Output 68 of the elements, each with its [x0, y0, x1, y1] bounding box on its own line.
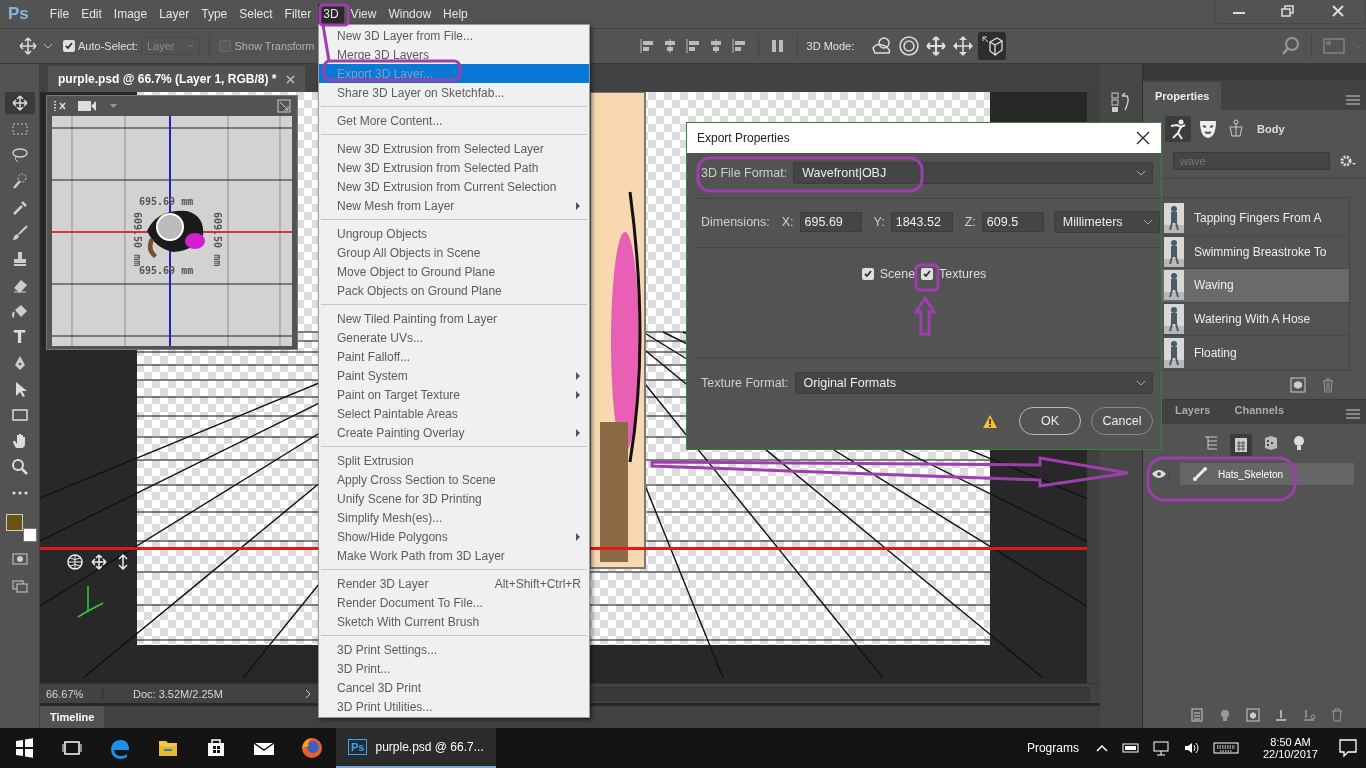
- pan-icon[interactable]: [924, 34, 949, 58]
- panel-tab[interactable]: Layers: [1163, 396, 1223, 424]
- 3d-mode-label: 3D Mode:: [806, 40, 855, 52]
- menu-item[interactable]: New 3D Layer from File...: [319, 26, 589, 45]
- menu-item[interactable]: 3D Print Utilities...: [319, 697, 589, 716]
- network-icon[interactable]: [1152, 740, 1171, 756]
- scale-icon[interactable]: [978, 32, 1007, 60]
- auto-select-label: Auto-Select:: [78, 40, 138, 52]
- taskbar-app-button[interactable]: Ps purple.psd @ 66.7...: [336, 728, 496, 768]
- ground-icon[interactable]: [1274, 708, 1288, 722]
- package-icon[interactable]: [1246, 708, 1260, 722]
- calculator-icon[interactable]: [1190, 708, 1204, 722]
- body-label: Body: [1257, 123, 1285, 135]
- animation-item[interactable]: Floating: [1194, 345, 1237, 360]
- timeline-tab[interactable]: Timeline: [40, 706, 105, 728]
- menu-item[interactable]: Select: [234, 4, 278, 24]
- bone-icon[interactable]: [1192, 466, 1208, 482]
- menu-item[interactable]: Edit: [76, 4, 107, 24]
- panel-tab[interactable]: Channels: [1222, 396, 1296, 424]
- clock-time[interactable]: 8:50 AM: [1270, 736, 1311, 748]
- grid-icon[interactable]: [1229, 434, 1252, 456]
- programs-toolbar[interactable]: Programs: [1026, 741, 1079, 755]
- chevron-down-icon: [1142, 219, 1153, 225]
- menu-item[interactable]: Merge 3D Layers: [319, 45, 589, 64]
- properties-tab[interactable]: Properties: [1143, 82, 1222, 110]
- annotation-line: [321, 24, 331, 62]
- document-tab[interactable]: purple.psd @ 66.7% (Layer 1, RGB/8) *: [48, 66, 306, 92]
- volume-icon[interactable]: [1182, 740, 1201, 756]
- roll-icon[interactable]: [897, 34, 922, 58]
- show-transform-label: Show Transform: [234, 40, 315, 52]
- search-icon[interactable]: [1280, 35, 1302, 57]
- chevron-down-icon: [1136, 380, 1146, 386]
- menu-item[interactable]: Cancel 3D Print: [319, 678, 589, 697]
- slide-icon[interactable]: [951, 34, 976, 58]
- battery-icon[interactable]: [1120, 741, 1141, 755]
- zoom-level[interactable]: 66.67%: [40, 687, 103, 700]
- figure-icon[interactable]: [1165, 116, 1191, 142]
- trash-icon[interactable]: [1320, 377, 1336, 393]
- menu-item[interactable]: Help: [438, 4, 473, 24]
- chevron-down-icon: [186, 43, 195, 49]
- animation-item[interactable]: Watering With A Hose: [1194, 312, 1311, 327]
- move-icon[interactable]: [4, 92, 35, 114]
- package-icon[interactable]: [1290, 377, 1306, 393]
- close-icon[interactable]: [1135, 130, 1151, 146]
- menu-item[interactable]: Window: [383, 4, 437, 24]
- chevron-down-icon: [1136, 170, 1146, 176]
- keyboard-icon[interactable]: [1212, 741, 1239, 755]
- mask-icon[interactable]: [1197, 118, 1219, 140]
- menu-item[interactable]: Layer: [154, 4, 195, 24]
- animation-item[interactable]: Swimming Breastroke To: [1194, 244, 1327, 259]
- chevron-right-icon[interactable]: [303, 687, 313, 700]
- menu-item[interactable]: Type: [196, 4, 233, 24]
- menu-item[interactable]: Image: [108, 4, 153, 24]
- eye-icon[interactable]: [1151, 469, 1167, 479]
- checkbox[interactable]: [63, 40, 75, 52]
- annotation-outline: [318, 3, 350, 27]
- clock-date[interactable]: 22/10/2017: [1262, 748, 1318, 760]
- type-tool[interactable]: T: [4, 326, 35, 348]
- background-color-swatch[interactable]: [22, 528, 37, 542]
- document-size: Doc: 3.52M/2.25M: [132, 687, 224, 700]
- foreground-color-swatch[interactable]: [5, 514, 23, 531]
- animation-item[interactable]: Tapping Fingers From A: [1194, 211, 1322, 226]
- menu-item[interactable]: File: [44, 4, 75, 24]
- menu-item[interactable]: View: [345, 4, 382, 24]
- app-logo[interactable]: Ps: [8, 4, 29, 24]
- light-bulb-icon[interactable]: [1218, 708, 1232, 722]
- menu-item[interactable]: Filter: [279, 4, 317, 24]
- animation-item[interactable]: Waving: [1194, 278, 1234, 293]
